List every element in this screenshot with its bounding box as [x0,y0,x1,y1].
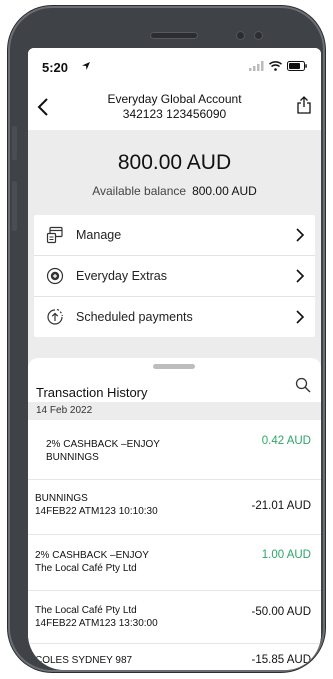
transaction-row[interactable]: BUNNINGS 14FEB22 ATM123 10:10:30 -21.01 … [28,480,321,535]
status-icons [249,61,307,71]
transaction-line1: 2% CASHBACK –ENJOY [35,550,149,561]
transaction-description: The Local Café Pty Ltd 14FEB22 ATM123 13… [35,604,158,630]
account-header: Everyday Global Account 342123 123456090 [28,88,321,130]
menu-item-label: Manage [76,228,122,242]
account-name: Everyday Global Account [107,92,242,106]
transaction-history-title: Transaction History [36,385,148,400]
account-menu: Manage Everyday Extras Scheduled payment… [34,215,315,337]
location-arrow-icon [82,62,90,70]
chevron-right-icon [296,310,305,324]
camera-dot [254,31,263,40]
mute-switch [12,126,17,160]
available-balance-label: Available balance [92,184,187,198]
transaction-line1: BUNNINGS [35,493,88,504]
transaction-row[interactable]: 2% CASHBACK –ENJOY The Local Café Pty Lt… [28,535,321,591]
transaction-row[interactable]: COLES SYDNEY 987 -15.85 AUD [28,644,321,670]
transaction-line2: 14FEB22 ATM123 10:10:30 [35,506,158,517]
menu-item-manage[interactable]: Manage [34,215,315,256]
available-balance-value: 800.00 AUD [192,184,257,198]
transaction-row[interactable]: 2% CASHBACK –ENJOY BUNNINGS 0.42 AUD [28,420,321,480]
transaction-line2: BUNNINGS [46,452,99,463]
transaction-amount: 0.42 AUD [261,435,311,447]
search-icon[interactable] [295,377,311,393]
phone-frame: 5:20 Everyday Global Account 342123 1234… [8,6,325,672]
back-chevron-icon[interactable] [34,96,54,118]
transaction-line1: The Local Café Pty Ltd [35,605,137,616]
menu-item-scheduled-payments[interactable]: Scheduled payments [34,297,315,337]
battery-icon [287,61,307,71]
transaction-row[interactable]: The Local Café Pty Ltd 14FEB22 ATM123 13… [28,591,321,644]
extras-icon [46,267,64,285]
date-header: 14 Feb 2022 [28,402,321,420]
chevron-right-icon [296,228,305,242]
transaction-description: BUNNINGS 14FEB22 ATM123 10:10:30 [35,492,158,518]
transaction-description: 2% CASHBACK –ENJOY BUNNINGS [46,438,160,464]
transaction-line1: COLES SYDNEY 987 [35,655,133,666]
menu-item-label: Everyday Extras [76,269,168,283]
transaction-line1: 2% CASHBACK –ENJOY [46,439,160,450]
chevron-right-icon [296,269,305,283]
transaction-sheet: Transaction History 14 Feb 2022 2% CASHB… [28,358,321,670]
status-bar: 5:20 [28,48,321,88]
transaction-line2: 14FEB22 ATM123 13:30:00 [35,618,158,629]
menu-item-label: Scheduled payments [76,310,193,324]
sensor-dot [236,31,245,40]
manage-icon [46,226,63,244]
speaker-grille [150,32,198,39]
transaction-amount: -21.01 AUD [251,500,311,512]
share-icon[interactable] [295,95,313,115]
transaction-description: 2% CASHBACK –ENJOY The Local Café Pty Lt… [35,549,149,575]
scheduled-icon [47,308,63,325]
menu-item-everyday-extras[interactable]: Everyday Extras [34,256,315,297]
available-balance: Available balance 800.00 AUD [28,184,321,198]
transaction-amount: -15.85 AUD [251,654,311,666]
transaction-amount: 1.00 AUD [261,549,311,561]
account-title: Everyday Global Account 342123 123456090 [68,92,281,122]
volume-button [12,181,17,231]
sheet-drag-handle[interactable] [153,364,195,369]
transaction-description: COLES SYDNEY 987 [35,654,132,667]
balance-amount: 800.00 AUD [117,151,232,174]
transaction-line2: The Local Café Pty Ltd [35,563,137,574]
screen: 5:20 Everyday Global Account 342123 1234… [28,48,321,670]
transaction-date: 14 Feb 2022 [36,405,93,416]
transaction-amount: -50.00 AUD [251,606,311,618]
wifi-icon [269,61,282,71]
status-time: 5:20 [42,60,69,75]
account-number: 342123 123456090 [122,107,227,121]
signal-icon [249,61,264,71]
